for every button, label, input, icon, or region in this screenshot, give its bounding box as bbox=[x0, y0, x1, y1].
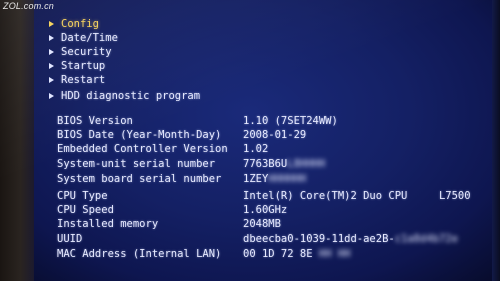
redacted-text: HHHHHH bbox=[268, 173, 307, 185]
info-value: 1.10 (7SET24WW) bbox=[243, 115, 338, 127]
menu-item-label: Security bbox=[61, 46, 112, 58]
info-label: CPU Type bbox=[57, 190, 108, 202]
info-label: UUID bbox=[57, 233, 83, 245]
triangle-right-icon bbox=[49, 21, 54, 27]
info-value: 2048MB bbox=[243, 218, 281, 230]
info-label: MAC Address (Internal LAN) bbox=[57, 248, 222, 260]
redacted-text: c1a8d4b72e bbox=[394, 233, 458, 245]
menu-item-restart[interactable]: Restart bbox=[49, 73, 105, 87]
info-value: 2008-01-29 bbox=[243, 129, 307, 141]
info-label: Embedded Controller Version bbox=[57, 143, 228, 155]
bios-screen: Config Date/Time Security Startup Restar… bbox=[44, 10, 492, 278]
info-value: 1.60GHz bbox=[243, 204, 288, 216]
menu-item-label: Startup bbox=[61, 60, 106, 72]
laptop-bezel-left bbox=[0, 0, 34, 281]
info-label: System board serial number bbox=[57, 173, 222, 185]
info-value: Intel(R) Core(TM)2 Duo CPU L7500 bbox=[243, 190, 471, 202]
triangle-right-icon bbox=[49, 35, 54, 41]
bios-photo: ZOL.com.cn Config Date/Time Security Sta… bbox=[0, 0, 500, 281]
menu-item-label: Restart bbox=[61, 74, 106, 86]
menu-item-date-time[interactable]: Date/Time bbox=[49, 31, 118, 45]
menu-item-security[interactable]: Security bbox=[49, 45, 112, 59]
menu-item-startup[interactable]: Startup bbox=[49, 59, 105, 73]
triangle-right-icon bbox=[49, 93, 54, 99]
info-value: 00 1D 72 8E HH HH bbox=[243, 248, 351, 260]
triangle-right-icon bbox=[49, 49, 54, 55]
menu-item-label: Config bbox=[61, 18, 99, 30]
triangle-right-icon bbox=[49, 77, 54, 83]
redacted-text: HH HH bbox=[318, 248, 351, 260]
menu-item-config[interactable]: Config bbox=[49, 17, 99, 31]
info-value: 1ZEYHHHHHH bbox=[243, 173, 307, 185]
menu-item-label: Date/Time bbox=[61, 32, 118, 44]
info-label: BIOS Date (Year-Month-Day) bbox=[57, 129, 222, 141]
info-label: BIOS Version bbox=[57, 115, 133, 127]
info-label: Installed memory bbox=[57, 218, 159, 230]
triangle-right-icon bbox=[49, 63, 54, 69]
info-value: 7763B6UL8HHHH bbox=[243, 158, 326, 170]
redacted-text: L8HHHH bbox=[287, 158, 326, 170]
info-label: System-unit serial number bbox=[57, 158, 216, 170]
info-value: dbeecba0-1039-11dd-ae2B-c1a8d4b72e bbox=[243, 233, 458, 245]
laptop-bezel-right bbox=[492, 0, 500, 281]
info-value: 1.02 bbox=[243, 143, 269, 155]
menu-item-hdd-diagnostic[interactable]: HDD diagnostic program bbox=[49, 89, 200, 103]
info-label: CPU Speed bbox=[57, 204, 114, 216]
menu-item-label: HDD diagnostic program bbox=[61, 90, 201, 102]
